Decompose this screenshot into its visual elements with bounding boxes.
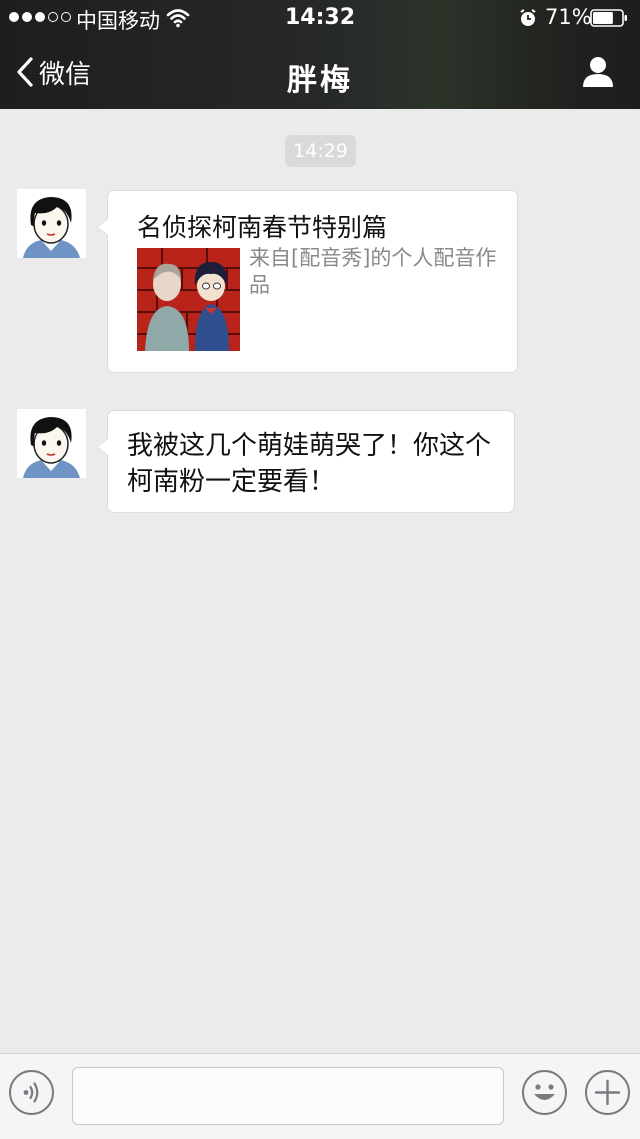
sender-avatar[interactable] <box>17 189 86 258</box>
emoji-icon <box>534 1084 555 1100</box>
battery-percent: 71% <box>545 5 592 29</box>
link-card-title: 名侦探柯南春节特别篇 <box>137 213 388 242</box>
link-card-message[interactable]: 名侦探柯南春节特别篇 来自[配音秀]的个人配音作品 <box>97 190 518 373</box>
emoji-button[interactable] <box>522 1070 567 1115</box>
timestamp-pill: 14:29 <box>285 135 356 167</box>
contact-icon[interactable] <box>580 54 616 90</box>
battery-icon <box>590 9 627 27</box>
plus-button[interactable] <box>585 1070 630 1115</box>
back-label: 微信 <box>39 59 92 90</box>
sender-avatar[interactable] <box>17 409 86 478</box>
voice-icon <box>23 1082 39 1103</box>
plus-icon <box>594 1079 621 1106</box>
message-text: 我被这几个萌娃萌哭了！你这个柯南粉一定要看！ <box>127 431 492 497</box>
voice-button[interactable] <box>9 1070 54 1115</box>
text-message[interactable]: 我被这几个萌娃萌哭了！你这个柯南粉一定要看！ <box>97 410 515 513</box>
link-card-thumbnail <box>137 248 240 351</box>
back-button[interactable]: 微信 <box>15 52 91 92</box>
link-card-description: 来自[配音秀]的个人配音作品 <box>249 246 497 297</box>
nav-header: 中国移动 14:32 71% 微信 胖梅 <box>0 0 640 109</box>
message-input[interactable] <box>72 1067 504 1125</box>
status-time: 14:32 <box>284 5 356 30</box>
back-chevron-icon <box>17 57 33 87</box>
alarm-icon <box>520 9 536 26</box>
chat-title: 胖梅 <box>287 63 353 98</box>
status-bar: 中国移动 14:32 71% <box>0 0 640 36</box>
